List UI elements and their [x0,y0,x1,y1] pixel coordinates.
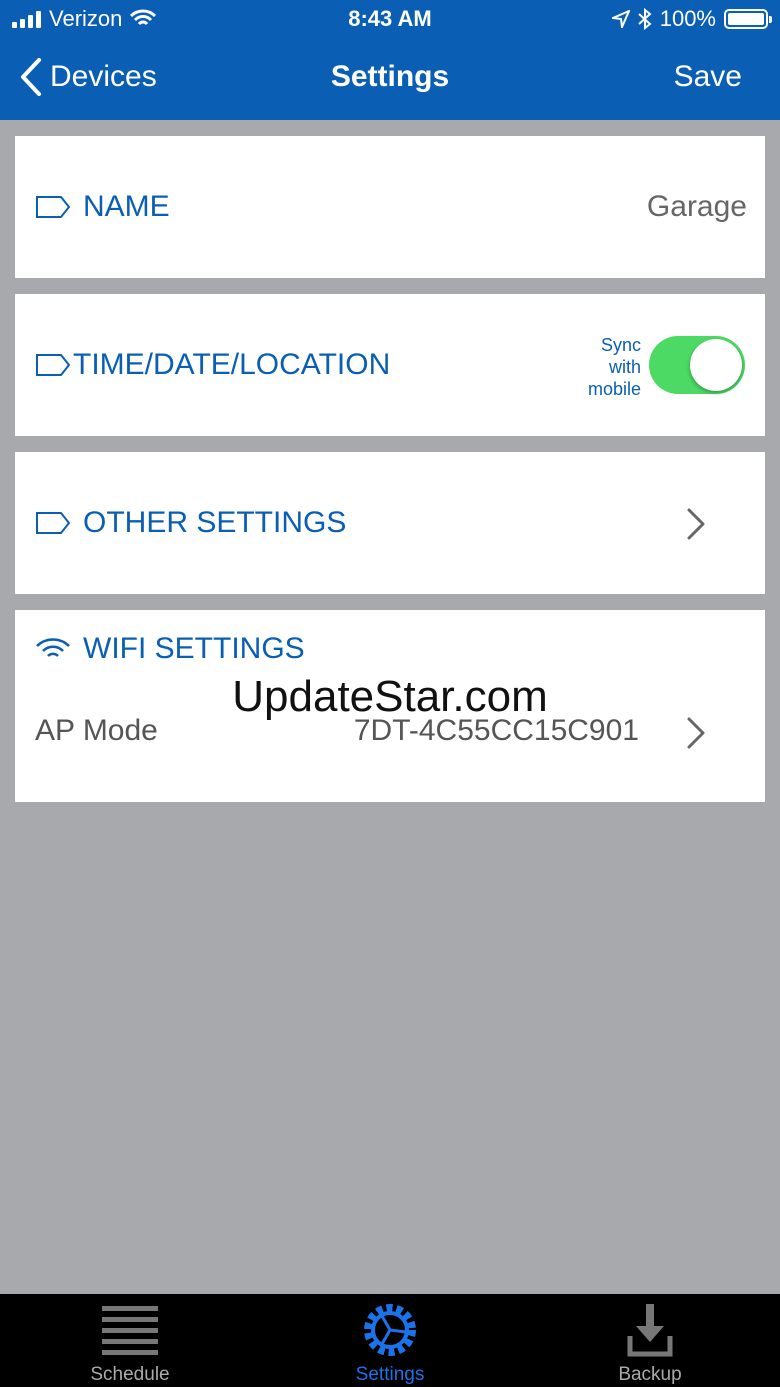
tab-label: Schedule [90,1364,170,1385]
chevron-right-icon [687,508,705,540]
download-icon [627,1304,673,1357]
save-button[interactable]: Save [674,60,742,94]
schedule-icon [102,1306,158,1355]
wifi-icon [36,638,70,657]
gear-icon [364,1304,416,1356]
page-title: Settings [330,60,450,93]
tag-icon [36,354,71,376]
watermark: UpdateStar.com [232,672,548,721]
tab-backup[interactable]: Backup [560,1294,740,1387]
sync-toggle[interactable] [649,336,745,394]
header: Verizon 8:43 AM 100% Devices Settings Sa… [0,0,780,120]
time-date-location-card: TIME/DATE/LOCATION Sync with mobile [15,294,765,436]
name-card[interactable]: NAME Garage [15,136,765,278]
tab-bar: Schedule Settings Backup [0,1294,780,1387]
other-settings-card[interactable]: OTHER SETTINGS [15,452,765,594]
battery-icon [724,9,772,29]
status-bar: Verizon 8:43 AM 100% [0,0,780,40]
tab-settings[interactable]: Settings [300,1294,480,1387]
other-settings-label: OTHER SETTINGS [83,506,347,539]
location-icon [611,10,630,28]
battery-percent: 100% [659,6,716,31]
bluetooth-icon [638,8,652,30]
time-date-location-label: TIME/DATE/LOCATION [73,348,391,381]
tab-schedule[interactable]: Schedule [40,1294,220,1387]
tab-label: Backup [618,1364,682,1385]
tab-label: Settings [355,1364,425,1385]
tag-icon [36,196,71,218]
sync-with-mobile-label: Sync with mobile [587,335,641,399]
wifi-settings-label: WIFI SETTINGS [83,632,305,665]
name-label: NAME [83,190,170,223]
tag-icon [36,512,71,534]
name-value: Garage [646,190,747,223]
